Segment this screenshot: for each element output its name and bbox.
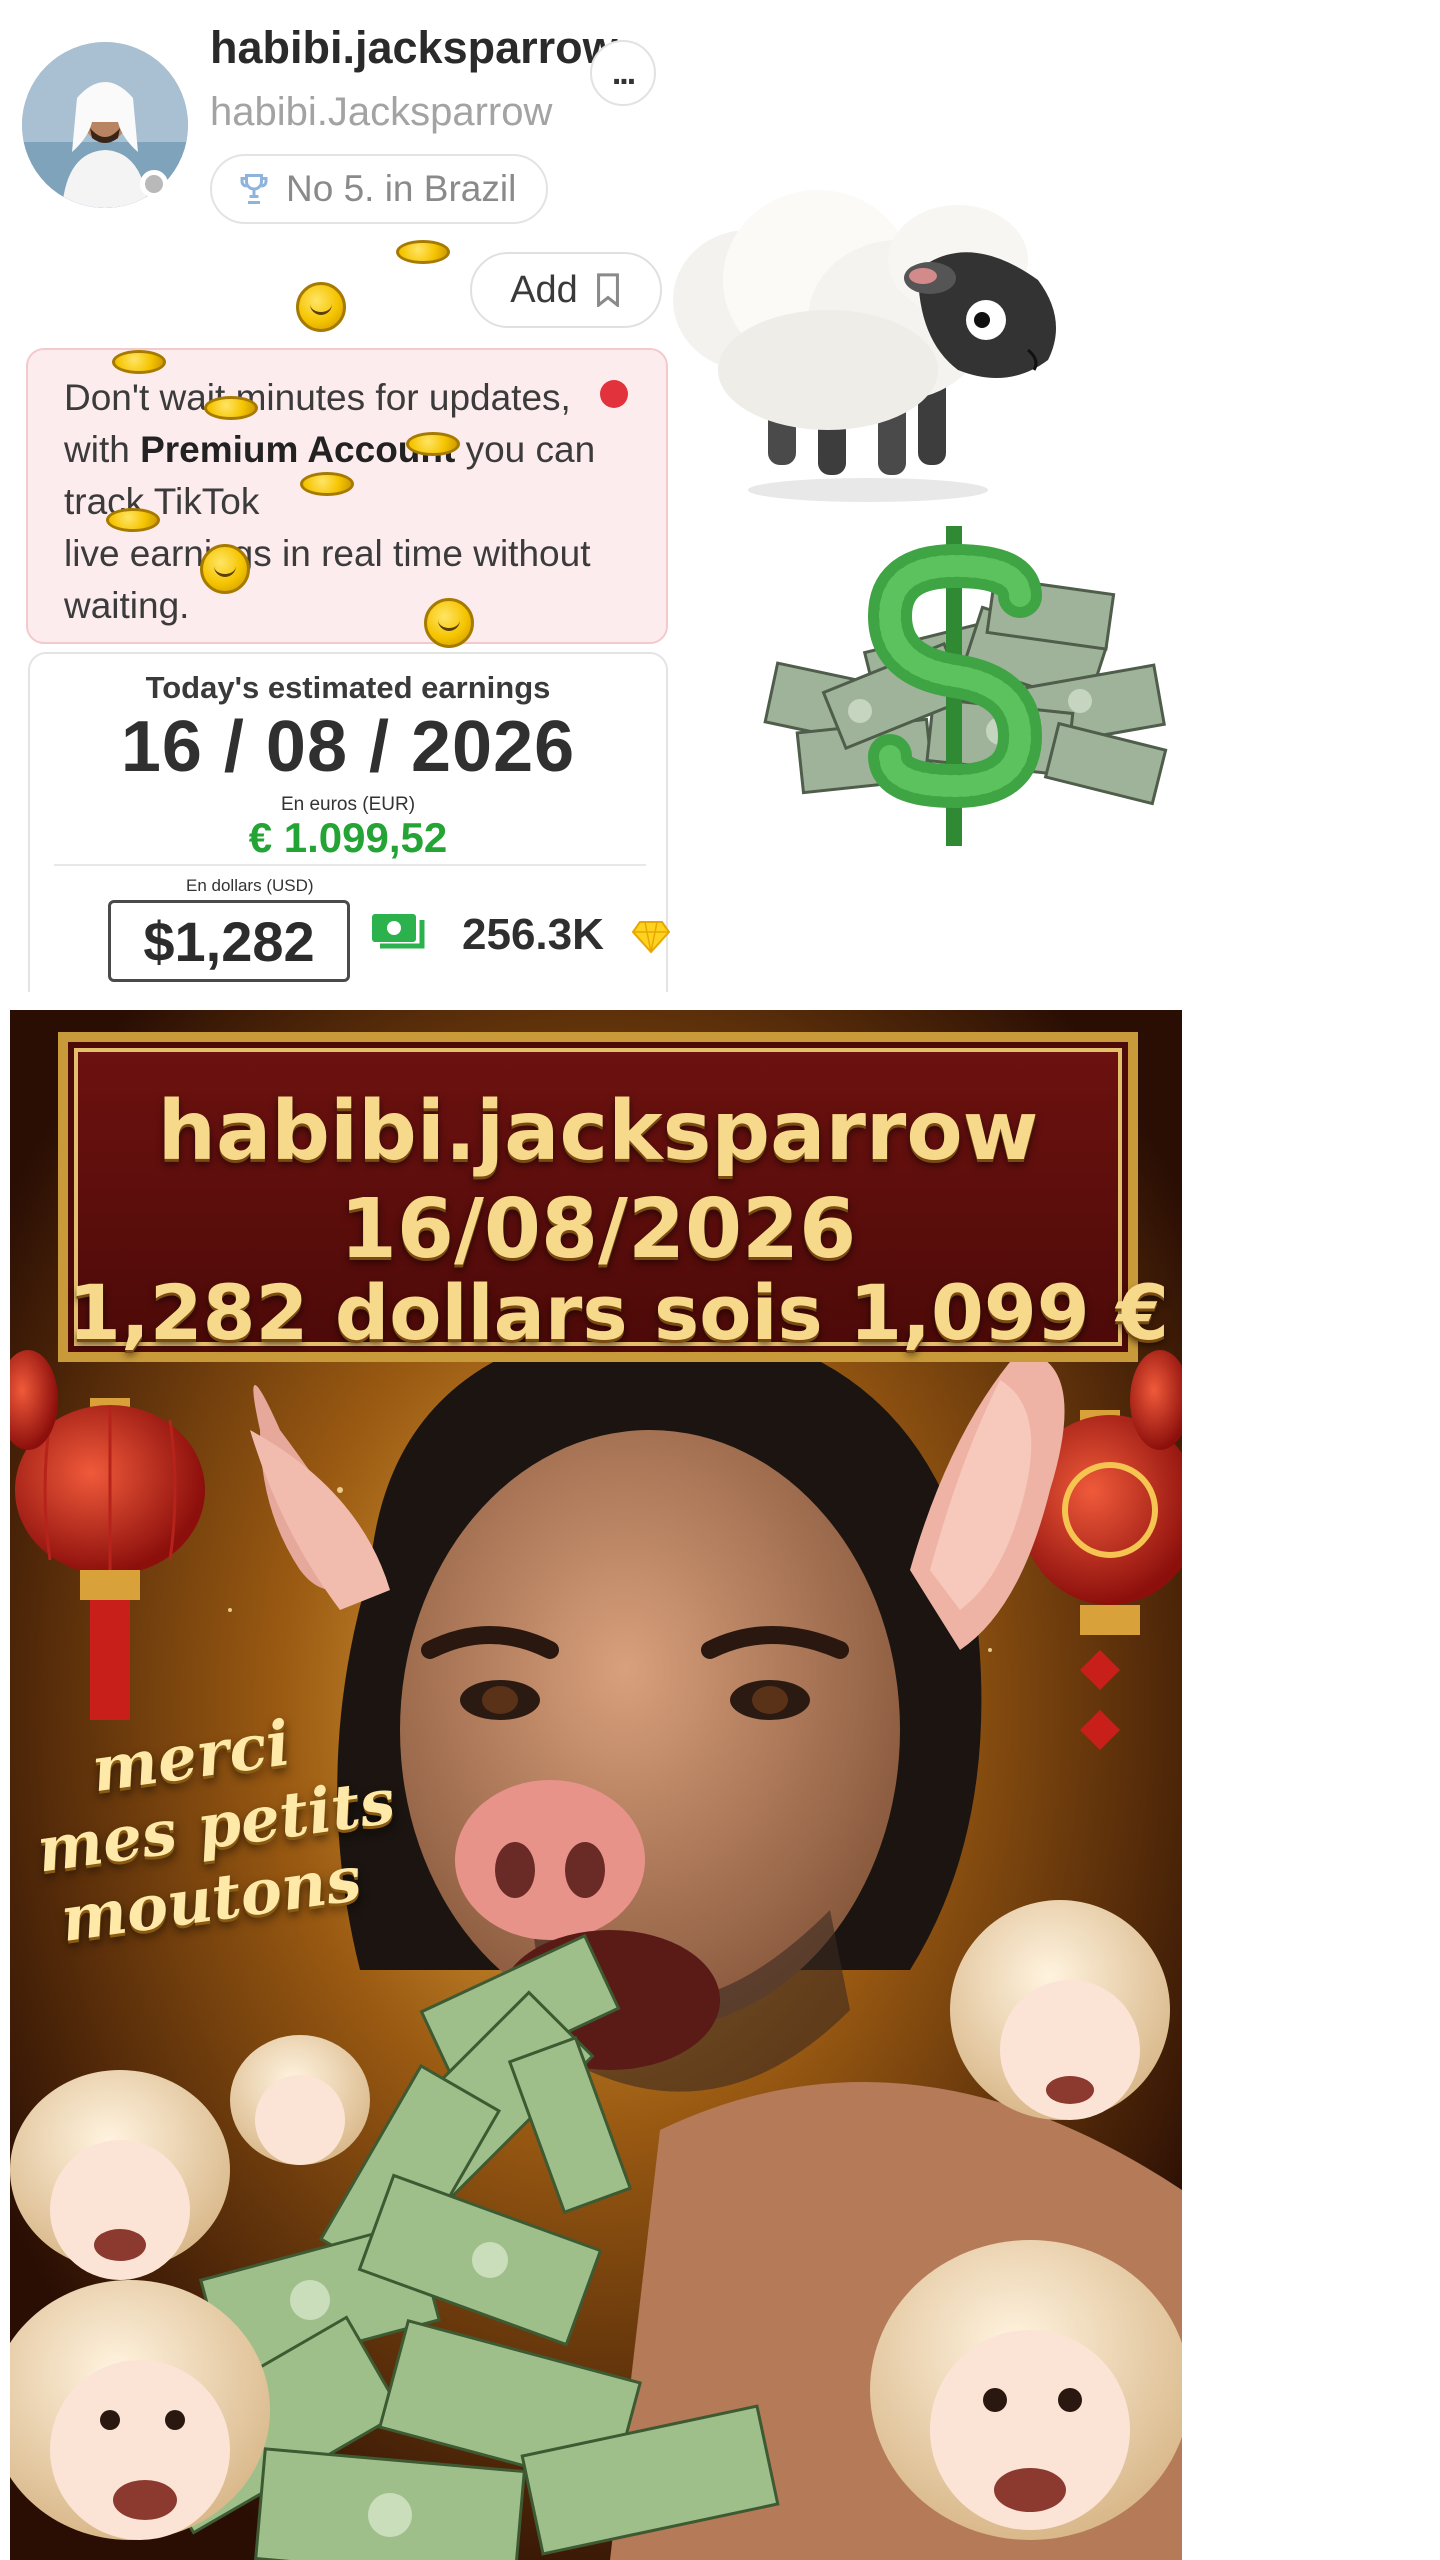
page: habibi.jacksparrow ... habibi.Jacksparro… bbox=[0, 0, 1440, 2560]
premium-line-1: Don't wait minutes for updates, bbox=[64, 377, 571, 418]
premium-line-2: with Premium Account you can bbox=[64, 424, 630, 476]
coin-icon bbox=[396, 240, 450, 264]
coin-icon bbox=[204, 396, 258, 420]
add-button[interactable]: Add bbox=[470, 252, 662, 328]
poster-date: 16/08/2026 bbox=[339, 1182, 857, 1277]
money-sticker bbox=[763, 526, 1168, 846]
coin-icon bbox=[406, 432, 460, 456]
premium-promo-text: Don't wait minutes for updates, with Pre… bbox=[64, 372, 630, 632]
premium-line-2-pre: with bbox=[64, 429, 141, 470]
premium-promo-banner[interactable]: Don't wait minutes for updates, with Pre… bbox=[26, 348, 668, 644]
rank-label: No 5. in Brazil bbox=[286, 168, 517, 209]
cash-icon bbox=[372, 914, 425, 949]
coin-icon bbox=[106, 508, 160, 532]
premium-line-4: live earnings in real time without bbox=[64, 533, 591, 574]
earnings-date: 16 / 08 / 2026 bbox=[120, 707, 576, 787]
coin-icon bbox=[296, 282, 346, 332]
online-status-dot bbox=[140, 170, 168, 198]
divider bbox=[54, 864, 646, 866]
poster-merci-text: merci mes petits moutons bbox=[23, 1698, 399, 1958]
premium-line-2-post: you can bbox=[455, 429, 596, 470]
premium-line-5: waiting. bbox=[64, 585, 190, 626]
coin-icon bbox=[300, 472, 354, 496]
eur-value: € 1.099,52 bbox=[248, 814, 448, 861]
coin-icon bbox=[424, 598, 474, 648]
sheep-sticker bbox=[673, 190, 1056, 502]
usd-label: En dollars (USD) bbox=[186, 876, 314, 895]
eur-label: En euros (EUR) bbox=[280, 794, 416, 815]
poster-banner: habibi.jacksparrow 16/08/2026 1,282 doll… bbox=[58, 1032, 1169, 1362]
diamond-icon bbox=[632, 921, 670, 954]
bookmark-icon bbox=[596, 273, 619, 307]
poster-amount: 1,282 dollars sois 1,099 € bbox=[68, 1268, 1169, 1357]
promo-poster: habibi.jacksparrow 16/08/2026 1,282 doll… bbox=[10, 1010, 1182, 2560]
coin-icon bbox=[112, 350, 166, 374]
add-label: Add bbox=[510, 268, 578, 311]
profile-handle: habibi.Jacksparrow bbox=[210, 90, 553, 134]
poster-username: habibi.jacksparrow bbox=[157, 1084, 1039, 1179]
rank-badge[interactable]: No 5. in Brazil bbox=[210, 154, 549, 224]
earnings-title: Today's estimated earnings bbox=[145, 670, 551, 705]
coin-icon bbox=[200, 544, 250, 594]
trophy-icon bbox=[240, 174, 268, 204]
usd-value: $1,282 bbox=[108, 900, 350, 982]
more-icon: ... bbox=[611, 53, 636, 92]
diamonds-value: 256.3K bbox=[462, 910, 604, 959]
notification-dot bbox=[600, 380, 628, 408]
more-button[interactable]: ... bbox=[590, 40, 656, 106]
earnings-card: Today's estimated earnings 16 / 08 / 202… bbox=[28, 652, 670, 992]
profile-username: habibi.jacksparrow bbox=[210, 22, 618, 73]
